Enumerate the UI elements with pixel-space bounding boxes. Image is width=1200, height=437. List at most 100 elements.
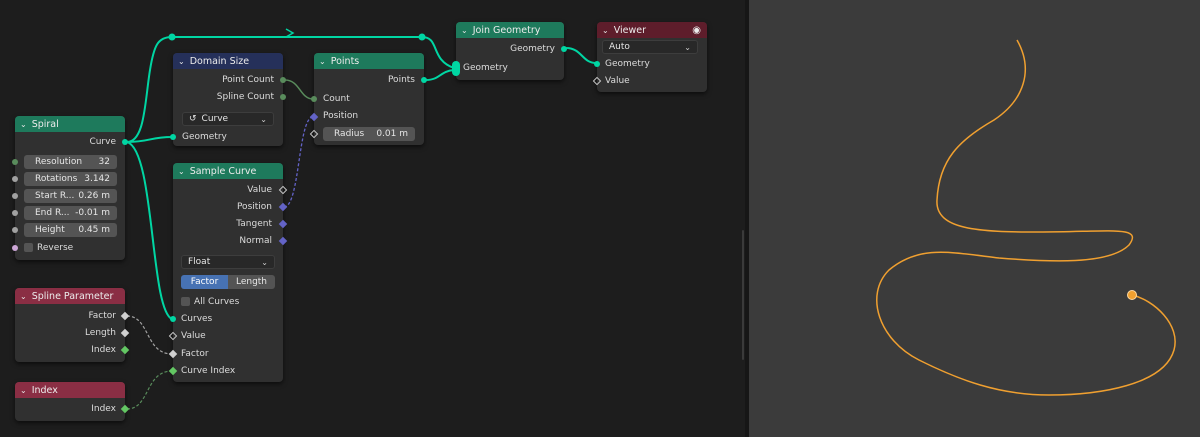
spiral-node[interactable]: ⌄ Spiral Curve Resolution 32 Rotations 3.14… [12,116,128,260]
chevron-down-icon[interactable]: ⌄ [178,57,185,66]
geometry-output-label: Geometry [510,44,555,54]
normal-output-label: Normal [239,236,272,246]
input-socket[interactable] [12,227,18,233]
value-input-label: Value [181,331,206,341]
chevron-down-icon[interactable]: ⌄ [178,167,185,176]
data-type-dropdown[interactable]: Float ⌄ [181,255,275,269]
viewer-node[interactable]: ⌄ Viewer ◉ Auto ⌄ Geometry Value [592,22,707,92]
output-socket[interactable] [280,77,286,83]
input-socket[interactable] [12,210,18,216]
input-socket[interactable] [12,245,18,251]
node-header[interactable]: ⌄ Sample Curve [173,163,283,179]
reverse-label: Reverse [37,243,74,253]
curve-index-input-label: Curve Index [181,366,236,376]
chevron-down-icon: ⌄ [261,257,268,267]
node-title: Points [330,55,360,67]
points-output-label: Points [387,75,415,85]
3d-viewport[interactable] [749,0,1200,437]
node-title: Spline Parameter [31,290,114,302]
node-header[interactable]: ⌄ Domain Size [173,53,283,69]
spiral-curve-line [876,39,1176,396]
node-editor[interactable]: ⌄ Spiral Curve Resolution 32 Rotations 3.14… [0,0,745,437]
node-header[interactable]: ⌄ Spiral [15,116,125,132]
factor-output-label: Factor [88,311,116,321]
reroute-dot[interactable] [418,33,426,41]
end-radius-field[interactable]: End R... -0.01 m [24,206,117,220]
join-geometry-node[interactable]: ⌄ Join Geometry Geometry Geometry [452,22,567,80]
position-label: Position [323,111,359,121]
node-header[interactable]: ⌄ Points [314,53,424,69]
domain-size-node[interactable]: ⌄ Domain Size Point Count Spline Count ↺ … [170,53,286,146]
link-factor[interactable] [126,315,173,355]
all-curves-checkbox[interactable] [181,297,190,306]
output-socket[interactable] [122,139,128,145]
count-label: Count [323,94,350,104]
eye-icon[interactable]: ◉ [692,25,701,36]
node-title: Viewer [613,24,646,36]
mode-toggle[interactable]: Factor Length [181,275,275,289]
node-title: Domain Size [189,55,250,67]
reroute-dot[interactable] [168,33,176,41]
chevron-down-icon[interactable]: ⌄ [461,26,468,35]
length-output-label: Length [84,328,116,338]
geometry-input-label: Geometry [605,59,650,69]
sample-curve-node[interactable]: ⌄ Sample Curve Value Position Tangent Nor… [168,163,288,382]
node-header[interactable]: ⌄ Join Geometry [456,22,564,38]
input-socket[interactable] [12,159,18,165]
rotations-field[interactable]: Rotations 3.142 [24,172,117,186]
link-points-to-join[interactable] [425,69,455,81]
link-join-to-viewer[interactable] [565,47,597,64]
spline-parameter-node[interactable]: ⌄ Spline Parameter Factor Length Index [15,288,130,362]
spiral-curve-preview [876,39,1176,396]
index-output-label: Index [91,345,116,355]
link-position[interactable] [283,116,314,208]
radius-field[interactable]: Radius 0.01 m [323,127,415,141]
geometry-input-label: Geometry [463,63,508,73]
output-socket[interactable] [421,77,427,83]
spline-count-label: Spline Count [216,92,274,102]
value-output-label: Value [247,185,272,195]
reverse-checkbox[interactable] [24,243,33,252]
node-header[interactable]: ⌄ Viewer ◉ [597,22,707,38]
input-socket[interactable] [12,193,18,199]
chevron-down-icon[interactable]: ⌄ [602,26,609,35]
output-socket[interactable] [561,46,567,52]
index-output-label: Index [91,404,116,414]
output-socket[interactable] [280,94,286,100]
link-spiral-to-sample[interactable] [126,141,173,320]
input-socket[interactable] [170,134,176,140]
component-dropdown[interactable]: ↺ Curve ⌄ [182,112,274,126]
multi-input-socket[interactable] [452,61,460,76]
points-node[interactable]: ⌄ Points Points Count Position Radius 0.01… [309,53,427,145]
input-socket[interactable] [170,316,176,322]
chevron-down-icon: ⌄ [260,114,267,124]
chevron-down-icon[interactable]: ⌄ [319,57,326,66]
input-socket[interactable] [12,176,18,182]
factor-input-label: Factor [181,349,209,359]
height-field[interactable]: Height 0.45 m [24,223,117,237]
index-node[interactable]: ⌄ Index Index [15,382,130,421]
node-header[interactable]: ⌄ Spline Parameter [15,288,125,304]
node-header[interactable]: ⌄ Index [15,382,125,398]
editor-scrollbar[interactable] [742,230,744,360]
chevron-down-icon[interactable]: ⌄ [20,292,27,301]
position-output-label: Position [236,202,272,212]
chevron-down-icon[interactable]: ⌄ [20,120,27,129]
sample-point-marker[interactable] [1127,290,1137,300]
start-radius-field[interactable]: Start R... 0.26 m [24,189,117,203]
node-title: Sample Curve [189,165,257,177]
node-title: Index [31,384,58,396]
output-curve-label: Curve [89,137,116,147]
length-mode-button[interactable]: Length [228,275,275,289]
link-count[interactable] [284,79,314,100]
link-direction-arrow-icon [285,28,295,38]
value-input-label: Value [605,76,630,86]
factor-mode-button[interactable]: Factor [181,275,228,289]
link-curve-index[interactable] [126,370,173,410]
resolution-field[interactable]: Resolution 32 [24,155,117,169]
input-socket[interactable] [594,61,600,67]
domain-dropdown[interactable]: Auto ⌄ [602,40,698,54]
node-title: Join Geometry [472,24,541,36]
input-socket[interactable] [311,96,317,102]
chevron-down-icon[interactable]: ⌄ [20,386,27,395]
